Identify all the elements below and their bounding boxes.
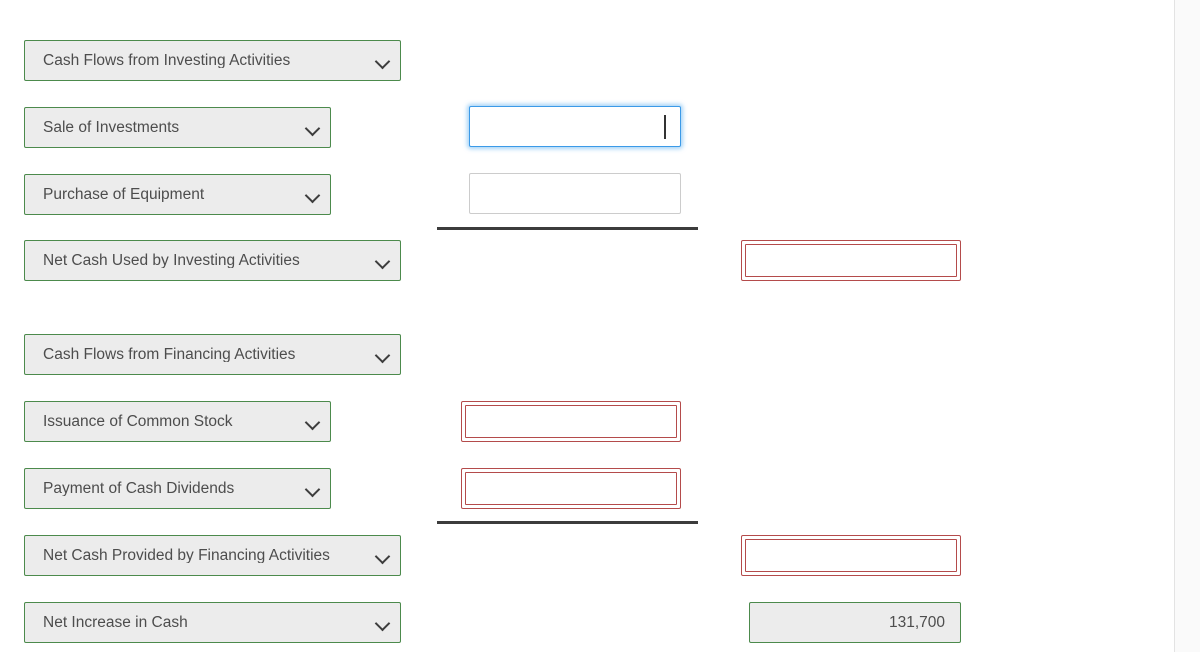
chevron-down-icon xyxy=(304,119,322,137)
select-label: Purchase of Equipment xyxy=(43,186,205,203)
select-label: Payment of Cash Dividends xyxy=(43,480,235,497)
amount-input-purchase-of-equipment[interactable] xyxy=(469,173,681,214)
amount-input-net-cash-used-by-investing-activities[interactable] xyxy=(741,240,961,281)
chevron-down-icon xyxy=(374,252,392,270)
select-section-header-financing[interactable]: Cash Flows from Financing Activities xyxy=(24,334,401,375)
chevron-down-icon xyxy=(374,614,392,632)
select-subtotal-net-cash-provided-by-financing-activities[interactable]: Net Cash Provided by Financing Activitie… xyxy=(24,535,401,576)
select-line-item-payment-of-cash-dividends[interactable]: Payment of Cash Dividends xyxy=(24,468,331,509)
select-line-item-purchase-of-equipment[interactable]: Purchase of Equipment xyxy=(24,174,331,215)
text-caret xyxy=(664,115,666,139)
select-label: Net Cash Used by Investing Activities xyxy=(43,252,300,269)
select-label: Net Cash Provided by Financing Activitie… xyxy=(43,547,330,564)
cash-flow-statement-form: Cash Flows from Investing Activities Sal… xyxy=(0,0,1200,652)
chevron-down-icon xyxy=(304,186,322,204)
select-label: Cash Flows from Investing Activities xyxy=(43,52,291,69)
select-line-item-sale-of-investments[interactable]: Sale of Investments xyxy=(24,107,331,148)
select-line-item-issuance-of-common-stock[interactable]: Issuance of Common Stock xyxy=(24,401,331,442)
amount-input-payment-of-cash-dividends[interactable] xyxy=(461,468,681,509)
select-label: Issuance of Common Stock xyxy=(43,413,233,430)
page-gutter xyxy=(1174,0,1200,652)
chevron-down-icon xyxy=(374,52,392,70)
chevron-down-icon xyxy=(374,547,392,565)
amount-value-net-increase-in-cash: 131,700 xyxy=(749,602,961,643)
amount-input-issuance-of-common-stock[interactable] xyxy=(461,401,681,442)
select-label: Sale of Investments xyxy=(43,119,180,136)
select-subtotal-net-cash-used-by-investing-activities[interactable]: Net Cash Used by Investing Activities xyxy=(24,240,401,281)
amount-input-net-cash-provided-by-financing-activities[interactable] xyxy=(741,535,961,576)
subtotal-rule-investing xyxy=(437,227,698,230)
amount-text: 131,700 xyxy=(888,613,945,631)
chevron-down-icon xyxy=(304,480,322,498)
select-label: Cash Flows from Financing Activities xyxy=(43,346,296,363)
chevron-down-icon xyxy=(304,413,322,431)
select-section-header-investing[interactable]: Cash Flows from Investing Activities xyxy=(24,40,401,81)
amount-input-sale-of-investments[interactable] xyxy=(469,106,681,147)
subtotal-rule-financing xyxy=(437,521,698,524)
select-label: Net Increase in Cash xyxy=(43,614,188,631)
chevron-down-icon xyxy=(374,346,392,364)
select-net-increase-in-cash[interactable]: Net Increase in Cash xyxy=(24,602,401,643)
